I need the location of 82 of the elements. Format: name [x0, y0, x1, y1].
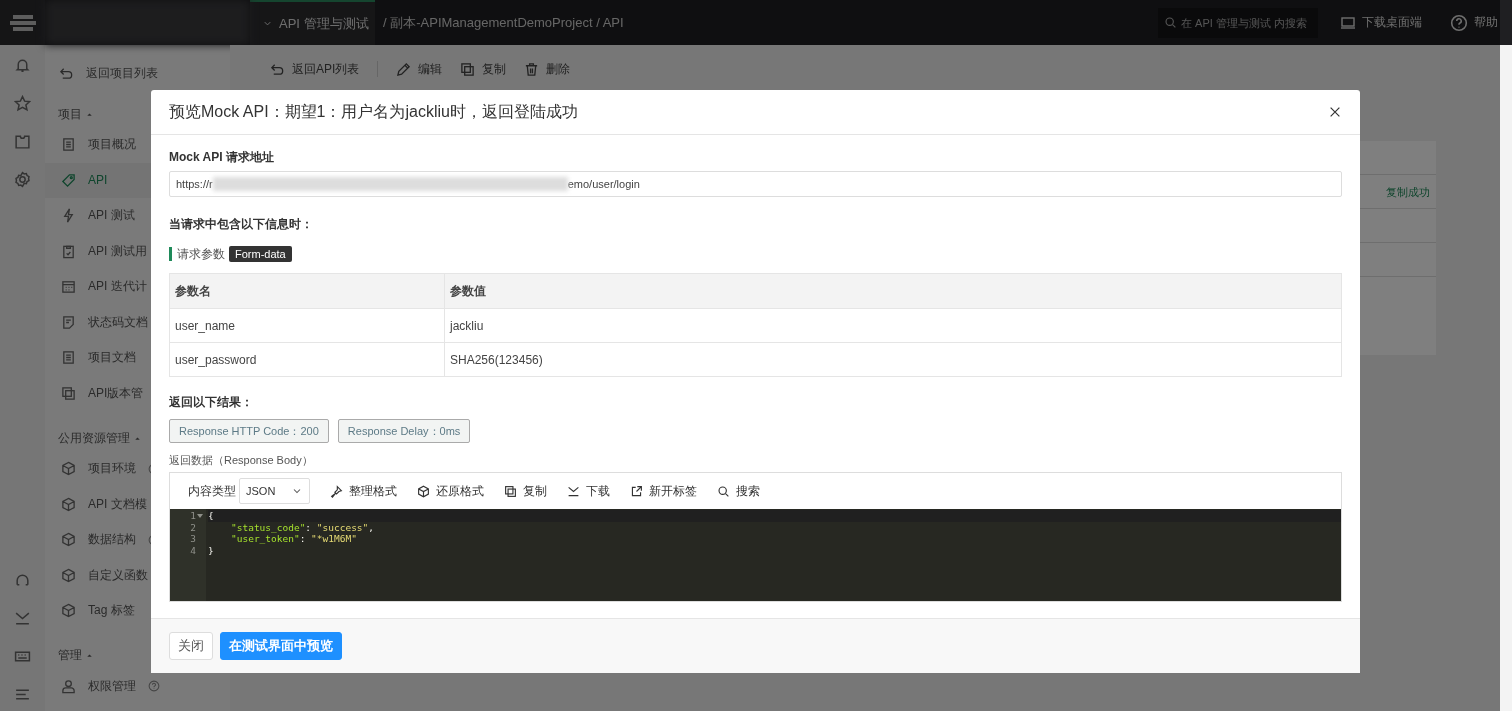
content-type-select[interactable]: JSON	[239, 478, 310, 504]
cube-icon	[61, 567, 76, 583]
code-line: }	[208, 544, 215, 556]
toolbar-button[interactable]: 返回API列表	[270, 60, 360, 78]
external-link-icon	[630, 484, 643, 498]
params-label: 请求参数	[169, 247, 225, 261]
close-button[interactable]: 关闭	[169, 632, 213, 660]
pencil-icon	[396, 61, 412, 77]
download-link[interactable]: 下载桌面端	[1340, 14, 1422, 31]
copy-icon	[61, 385, 76, 401]
help-icon	[1450, 13, 1468, 32]
toolbar-button[interactable]: 编辑	[396, 60, 443, 78]
table-cell: user_password	[169, 342, 445, 377]
code-line: "status_code": "success",	[230, 521, 376, 533]
fold-icon[interactable]	[197, 512, 203, 519]
search-field[interactable]: 在 API 管理与测试 内搜索	[1158, 7, 1318, 38]
cube-icon	[61, 603, 76, 619]
download-icon	[567, 484, 580, 498]
cube-icon	[61, 496, 76, 512]
breadcrumb: / 副本-APIManagementDemoProject / API	[383, 13, 624, 32]
cube-icon	[61, 461, 76, 477]
section-heading: 返回以下结果：	[169, 394, 254, 410]
editor-action[interactable]: 还原格式	[417, 482, 484, 500]
search-icon	[1164, 15, 1177, 29]
editor-action[interactable]: 新开标签	[630, 482, 697, 500]
copy-icon	[460, 61, 476, 77]
column-header: 参数值	[444, 273, 1342, 309]
modal-title: 预览Mock API：期望1：用户名为jackliu时，返回登陆成功	[169, 101, 578, 122]
preview-button[interactable]: 在测试界面中预览	[220, 632, 342, 660]
download-icon[interactable]	[14, 610, 31, 627]
content-type-label: 内容类型	[188, 482, 236, 500]
sidebar-item[interactable]: 自定义函数	[45, 557, 230, 593]
section-heading: 当请求中包含以下信息时：	[169, 216, 314, 232]
document-icon	[61, 137, 76, 153]
copy-icon	[504, 484, 517, 498]
table-cell: SHA256(123456)	[444, 342, 1342, 377]
star-icon[interactable]	[14, 95, 31, 112]
scrollbar[interactable]	[1500, 45, 1512, 711]
cube-icon	[61, 532, 76, 548]
sidebar-item[interactable]: Tag 标签	[45, 593, 230, 629]
sidebar-item[interactable]: 权限管理	[45, 668, 230, 704]
result-tag: Response HTTP Code：200	[169, 419, 329, 443]
lightning-icon	[61, 208, 76, 224]
back-to-projects[interactable]: 返回项目列表	[45, 59, 230, 87]
toolbar-button[interactable]: 删除	[524, 60, 571, 78]
pin-icon	[330, 484, 343, 498]
help-link[interactable]: 帮助	[1450, 13, 1498, 32]
field-label: Mock API 请求地址	[169, 149, 275, 165]
close-icon[interactable]	[1328, 105, 1342, 119]
project-dropdown[interactable]: API 管理与测试	[250, 0, 375, 45]
code-line: "user_token": "*w1M6M"	[230, 533, 358, 545]
clipboard-icon	[61, 243, 76, 259]
line-number: 2	[190, 521, 196, 533]
search-icon	[717, 484, 730, 498]
editor-action[interactable]: 复制	[504, 482, 547, 500]
editor-action[interactable]: 搜索	[717, 482, 760, 500]
cube-icon	[417, 484, 430, 498]
table-cell: jackliu	[444, 308, 1342, 343]
settings-icon[interactable]	[14, 171, 31, 188]
editor-action[interactable]: 整理格式	[330, 482, 397, 500]
caret-up-icon	[85, 651, 94, 660]
shirt-icon[interactable]	[14, 133, 31, 150]
monitor-icon	[1340, 14, 1356, 31]
url-field[interactable]: https://r emo/user/login	[169, 171, 1342, 197]
toast-message: 复制成功	[1385, 185, 1431, 200]
bell-icon[interactable]	[14, 57, 31, 74]
line-number: 4	[190, 544, 196, 556]
params-type-tag: Form-data	[229, 246, 292, 262]
table-cell: user_name	[169, 308, 445, 343]
line-number: 3	[190, 533, 196, 545]
column-header: 参数名	[169, 273, 445, 309]
toolbar-button[interactable]: 复制	[460, 60, 507, 78]
user-icon	[61, 678, 76, 694]
field-label: 返回数据（Response Body）	[169, 453, 314, 468]
calendar-icon	[61, 279, 76, 295]
line-number: 1	[190, 510, 196, 522]
tag-icon	[61, 172, 76, 188]
editor-action[interactable]: 下载	[567, 482, 610, 500]
document-icon	[61, 350, 76, 366]
trash-icon	[524, 61, 540, 77]
note-icon	[61, 314, 76, 330]
result-tag: Response Delay：0ms	[337, 419, 471, 443]
